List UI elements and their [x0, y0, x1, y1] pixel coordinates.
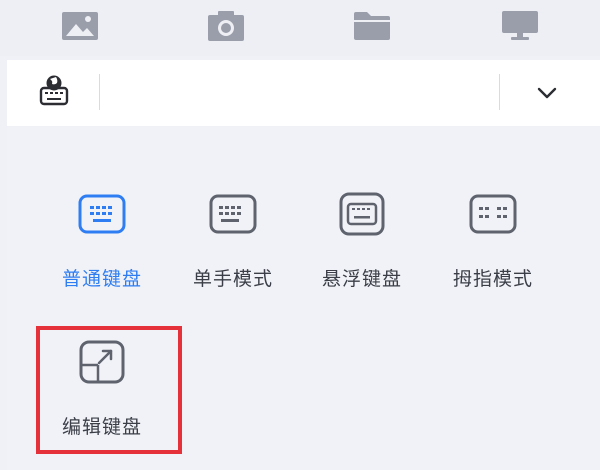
mode-one-hand[interactable]: 单手模式 — [168, 192, 288, 312]
highlight-annotation — [36, 326, 182, 454]
toolbar-divider — [499, 74, 500, 110]
top-toolbar — [0, 0, 600, 56]
toolbar-divider — [99, 74, 100, 110]
keyboard-standard-icon — [77, 192, 127, 236]
keyboard-floating-icon — [337, 192, 387, 236]
keyboard-one-hand-icon — [208, 192, 258, 236]
mode-standard-keyboard[interactable]: 普通键盘 — [37, 192, 157, 312]
mode-floating-keyboard[interactable]: 悬浮键盘 — [297, 192, 417, 312]
mode-label: 单手模式 — [192, 268, 273, 290]
ime-toolbar — [7, 60, 600, 126]
image-icon[interactable] — [60, 8, 100, 44]
mode-thumb[interactable]: 拇指模式 — [428, 192, 548, 312]
folder-icon[interactable] — [352, 8, 392, 44]
camera-icon[interactable] — [206, 8, 246, 44]
monitor-icon[interactable] — [500, 8, 540, 44]
chevron-down-icon — [537, 87, 557, 99]
keyboard-thumb-icon — [468, 192, 518, 236]
collapse-button[interactable] — [527, 78, 567, 108]
mode-label: 拇指模式 — [452, 268, 533, 290]
mode-label: 普通键盘 — [61, 268, 142, 290]
mode-label: 悬浮键盘 — [321, 268, 402, 290]
keyboard-globe-icon[interactable] — [34, 72, 74, 112]
